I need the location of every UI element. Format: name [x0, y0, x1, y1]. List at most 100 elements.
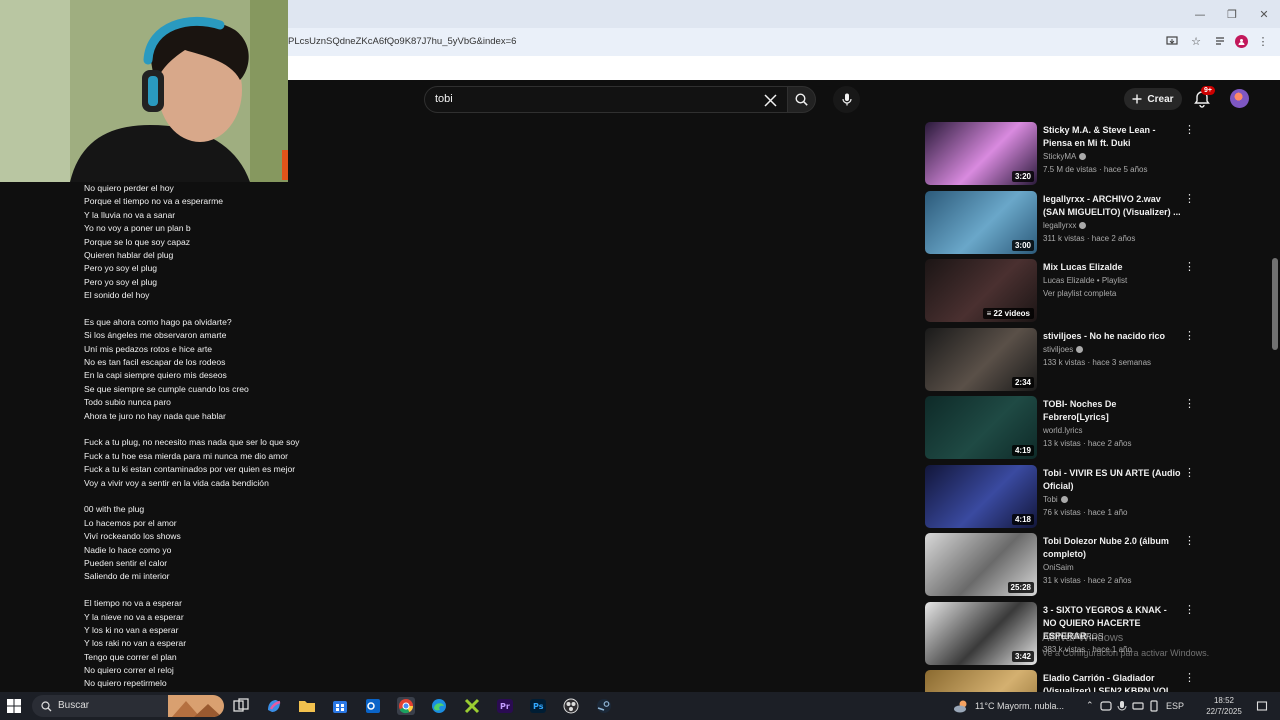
more-actions-icon[interactable]: ⋮ [1184, 329, 1195, 342]
edge-icon[interactable] [430, 697, 448, 715]
weather-icon[interactable] [953, 698, 969, 714]
maximize-button[interactable]: ❐ [1216, 0, 1248, 28]
video-title[interactable]: stiviljoes - No he nacido rico [1043, 330, 1181, 343]
user-avatar[interactable] [1230, 89, 1249, 108]
lyric-line: Ahora te juro no hay nada que hablar [84, 410, 226, 421]
search-button[interactable] [788, 86, 816, 113]
close-window-button[interactable]: ✕ [1248, 0, 1280, 28]
video-title[interactable]: Tobi Dolezor Nube 2.0 (álbum completo) [1043, 535, 1181, 561]
lyric-line: Saliendo de mi interior [84, 571, 170, 582]
windows-activation-watermark: Activar Windows [1042, 632, 1124, 644]
microsoft-store-icon[interactable] [331, 697, 349, 715]
channel-name-text: legallyrxx [1043, 220, 1077, 230]
video-thumbnail[interactable]: 2:34 [925, 327, 1037, 391]
video-thumbnail[interactable]: 3:42 [925, 601, 1037, 665]
lyric-line: No quiero correr el reloj [84, 665, 174, 676]
channel-name[interactable]: world.lyrics [1043, 426, 1083, 435]
svg-text:Pr: Pr [500, 702, 510, 711]
recommended-video[interactable]: ≡ 22 videos Mix Lucas Elizalde Lucas Eliza… [925, 259, 1270, 327]
taskbar-clock[interactable]: 18:52 22/7/2025 [1204, 695, 1244, 717]
video-title[interactable]: TOBI- Noches De Febrero[Lyrics] [1043, 398, 1181, 424]
more-actions-icon[interactable]: ⋮ [1184, 398, 1195, 410]
windows-start-icon[interactable] [6, 698, 22, 714]
channel-name[interactable]: legallyrxx [1043, 220, 1087, 230]
tray-app-icon[interactable] [1100, 700, 1112, 712]
install-app-icon[interactable] [1163, 32, 1181, 50]
channel-name[interactable]: Tobi [1043, 495, 1068, 504]
chrome-icon[interactable] [397, 697, 415, 715]
recommended-video[interactable]: 4:18 Tobi - VIVIR ES UN ARTE (Audio Ofici… [925, 464, 1270, 533]
nvidia-tool-icon[interactable] [463, 697, 481, 715]
reading-list-icon[interactable] [1211, 32, 1229, 50]
more-actions-icon[interactable]: ⋮ [1184, 466, 1195, 479]
video-thumbnail[interactable]: 4:19 [925, 396, 1037, 459]
voice-search-button[interactable] [833, 86, 860, 113]
premiere-pro-icon[interactable]: Pr [496, 697, 514, 715]
channel-name[interactable]: OniSaim [1043, 563, 1074, 572]
steam-icon[interactable] [595, 697, 613, 715]
microphone-tray-icon[interactable] [1116, 700, 1128, 712]
channel-name-text: Lucas Elizalde • Playlist [1043, 276, 1128, 285]
recommended-video[interactable]: 4:19 TOBI- Noches De Febrero[Lyrics] world… [925, 396, 1270, 464]
video-thumbnail[interactable]: 4:18 [925, 464, 1037, 528]
more-actions-icon[interactable]: ⋮ [1184, 261, 1195, 273]
video-thumbnail[interactable]: 25:28 [925, 533, 1037, 596]
channel-name[interactable]: StickyMA [1043, 152, 1087, 161]
more-actions-icon[interactable]: ⋮ [1184, 603, 1195, 616]
lyric-line: Todo subio nunca paro [84, 397, 171, 408]
obs-icon[interactable] [562, 697, 580, 715]
video-thumbnail[interactable] [925, 670, 1037, 692]
sidebar-scrollbar[interactable] [1272, 258, 1278, 350]
lyric-line: Fuck a tu ki estan contaminados por ver … [84, 464, 296, 475]
weather-text[interactable]: 11°C Mayorm. nubla... [975, 701, 1064, 711]
search-input[interactable]: tobi [424, 86, 788, 113]
recommended-video[interactable]: 2:34 stiviljoes - No he nacido rico stivil… [925, 327, 1270, 396]
bookmark-star-icon[interactable]: ☆ [1187, 32, 1205, 50]
video-thumbnail[interactable]: 3:20 [925, 122, 1037, 185]
bluetooth-device-icon[interactable] [1132, 700, 1144, 712]
usb-device-icon[interactable] [1148, 700, 1160, 712]
outlook-icon[interactable] [364, 697, 382, 715]
browser-profile-avatar[interactable] [1235, 34, 1248, 48]
video-title[interactable]: Eladio Carrión - Gladiador (Visualizer) … [1043, 672, 1181, 692]
video-title[interactable]: legallyrxx - ARCHIVO 2.wav (SAN MIGUELIT… [1043, 193, 1181, 219]
video-meta: 13 k vistas · hace 2 años [1043, 439, 1132, 448]
clock-time: 18:52 [1213, 696, 1235, 705]
task-view-icon[interactable] [232, 697, 250, 715]
notification-center-icon[interactable] [1256, 700, 1268, 712]
tray-language[interactable]: ESP [1166, 701, 1184, 711]
minimize-button[interactable]: — [1184, 0, 1216, 28]
lyric-line: Porque se lo que soy capaz [84, 236, 191, 247]
more-actions-icon[interactable]: ⋮ [1184, 124, 1195, 136]
photoshop-icon[interactable]: Ps [529, 697, 547, 715]
recommended-video[interactable]: 3:00 legallyrxx - ARCHIVO 2.wav (SAN MIGU… [925, 190, 1270, 259]
lyric-line: Nadie lo hace como yo [84, 544, 172, 555]
video-duration: 4:18 [1011, 513, 1034, 525]
copilot-icon[interactable] [265, 697, 283, 715]
video-thumbnail[interactable]: 3:00 [925, 190, 1037, 254]
video-thumbnail[interactable]: ≡ 22 videos [925, 259, 1037, 322]
more-actions-icon[interactable]: ⋮ [1184, 672, 1195, 684]
browser-menu-icon[interactable]: ⋮ [1254, 32, 1272, 50]
create-button[interactable]: Crear [1124, 88, 1182, 110]
lyric-line: Lo hacemos por el amor [84, 517, 177, 528]
recommended-video[interactable]: 25:28 Tobi Dolezor Nube 2.0 (álbum comple… [925, 533, 1270, 601]
video-duration: 3:20 [1011, 171, 1034, 182]
url-field[interactable]: PLcsUznSQdneZKcA6fQo9K87J7hu_5yVbG&index… [288, 36, 516, 47]
video-title[interactable]: Mix Lucas Elizalde [1043, 261, 1181, 274]
lyric-line: Uní mis pedazos rotos e hice arte [84, 343, 213, 354]
video-title[interactable]: Tobi - VIVIR ES UN ARTE (Audio Oficial) [1043, 467, 1181, 493]
more-actions-icon[interactable]: ⋮ [1184, 535, 1195, 547]
clear-search-icon[interactable] [764, 90, 777, 111]
channel-name[interactable]: stiviljoes [1043, 345, 1084, 354]
search-icon [795, 93, 808, 106]
recommended-video[interactable]: 3:20 Sticky M.A. & Steve Lean - Piensa en… [925, 122, 1270, 190]
channel-name[interactable]: Lucas Elizalde • Playlist [1043, 276, 1127, 285]
taskbar-search-box[interactable]: Buscar [32, 695, 224, 717]
recommended-video[interactable]: Eladio Carrión - Gladiador (Visualizer) … [925, 670, 1270, 692]
verified-badge-icon [1079, 221, 1087, 229]
more-actions-icon[interactable]: ⋮ [1184, 192, 1195, 205]
video-title[interactable]: Sticky M.A. & Steve Lean - Piensa en Mi … [1043, 124, 1181, 150]
file-explorer-icon[interactable] [298, 697, 316, 715]
tray-overflow-icon[interactable]: ⌃ [1086, 701, 1094, 711]
